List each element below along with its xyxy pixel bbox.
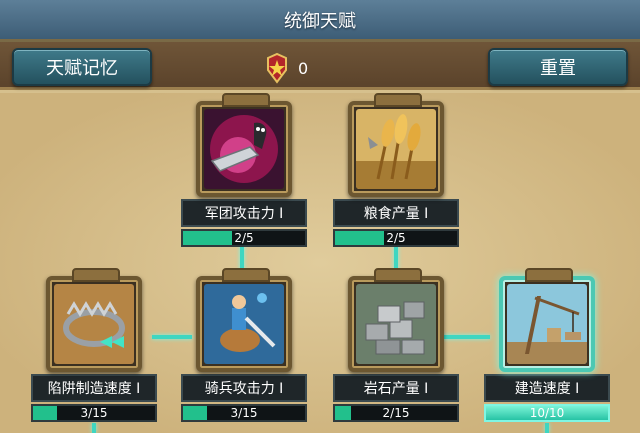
talent-progress-label: 2/5 — [234, 231, 254, 245]
talent-progress-label: 10/10 — [529, 406, 565, 420]
talent-node-food-output[interactable]: 粮食产量 I 2/5 — [330, 93, 462, 247]
talent-progress-bar: 2/5 — [181, 229, 307, 247]
talent-frame[interactable] — [499, 268, 595, 372]
talent-name: 岩石产量 I — [333, 374, 459, 402]
talent-name: 粮食产量 I — [333, 199, 459, 227]
stone-icon — [356, 284, 436, 364]
talent-frame[interactable] — [196, 268, 292, 372]
talent-progress-bar: 10/10 — [484, 404, 610, 422]
crane-icon — [507, 284, 587, 364]
blade-icon — [204, 109, 284, 189]
cavalry-icon — [204, 284, 284, 364]
talent-memory-button[interactable]: 天赋记忆 — [12, 48, 152, 86]
talent-progress-bar: 2/5 — [333, 229, 459, 247]
wheat-icon — [356, 109, 436, 189]
talent-progress-bar: 3/15 — [181, 404, 307, 422]
talent-progress-label: 3/15 — [80, 406, 108, 420]
talent-points: 0 — [262, 52, 308, 84]
talent-progress-bar: 3/15 — [31, 404, 157, 422]
talent-node-stone-output[interactable]: 岩石产量 I 2/15 — [330, 268, 462, 422]
connector-line — [92, 423, 96, 433]
rank-star-icon — [267, 52, 287, 84]
reset-button[interactable]: 重置 — [488, 48, 628, 86]
window-title: 统御天赋 — [0, 0, 640, 42]
talent-tree: 军团攻击力 I 2/5 粮食产量 I 2/5 陷阱制造速度 I 3/15 骑兵攻… — [0, 93, 640, 433]
talent-frame[interactable] — [196, 93, 292, 197]
talent-progress-label: 2/5 — [386, 231, 406, 245]
talent-name: 军团攻击力 I — [181, 199, 307, 227]
talent-progress-bar: 2/15 — [333, 404, 459, 422]
points-count: 0 — [298, 58, 309, 78]
talent-node-trap-speed[interactable]: 陷阱制造速度 I 3/15 — [28, 268, 160, 422]
talent-frame[interactable] — [348, 268, 444, 372]
talent-name: 骑兵攻击力 I — [181, 374, 307, 402]
talent-frame[interactable] — [348, 93, 444, 197]
talent-node-legion-attack[interactable]: 军团攻击力 I 2/5 — [178, 93, 310, 247]
talent-progress-label: 2/15 — [382, 406, 410, 420]
talent-node-cavalry-attack[interactable]: 骑兵攻击力 I 3/15 — [178, 268, 310, 422]
talent-node-build-speed[interactable]: 建造速度 I 10/10 — [481, 268, 613, 422]
talent-frame[interactable] — [46, 268, 142, 372]
talent-name: 陷阱制造速度 I — [31, 374, 157, 402]
talent-progress-label: 3/15 — [230, 406, 258, 420]
connector-line — [545, 423, 549, 433]
trap-icon — [54, 284, 134, 364]
talent-name: 建造速度 I — [484, 374, 610, 402]
